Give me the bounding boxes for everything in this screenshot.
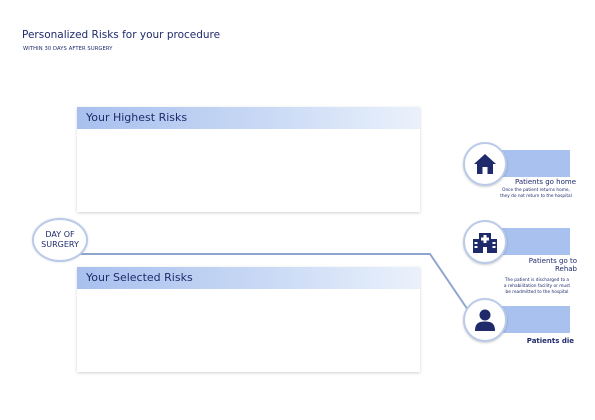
rehab-outcome-description: The patient is discharged to a a rehabil… (503, 278, 571, 295)
home-outcome-label: Patients go home (514, 178, 576, 186)
house-icon (474, 154, 496, 174)
person-icon (475, 309, 495, 331)
day-of-surgery-bubble: DAY OF SURGERY (32, 218, 88, 262)
surgery-label: SURGERY (41, 240, 79, 249)
home-outcome-bar (500, 150, 570, 177)
die-outcome-label: Patients die (526, 337, 574, 345)
rehab-outcome-label: Patients go to Rehab (528, 257, 577, 273)
day-of-label: DAY OF (45, 230, 75, 239)
die-outcome-circle[interactable] (463, 298, 507, 342)
highest-risks-panel: Your Highest Risks (77, 107, 420, 212)
hospital-icon (473, 233, 497, 253)
rehab-outcome-bar (500, 228, 570, 255)
home-outcome-description: Once the patient returns home, they do n… (500, 188, 572, 199)
selected-risks-title: Your Selected Risks (77, 267, 420, 289)
die-outcome-bar (500, 306, 570, 333)
selected-risks-panel: Your Selected Risks (77, 267, 420, 372)
highest-risks-title: Your Highest Risks (77, 107, 420, 129)
